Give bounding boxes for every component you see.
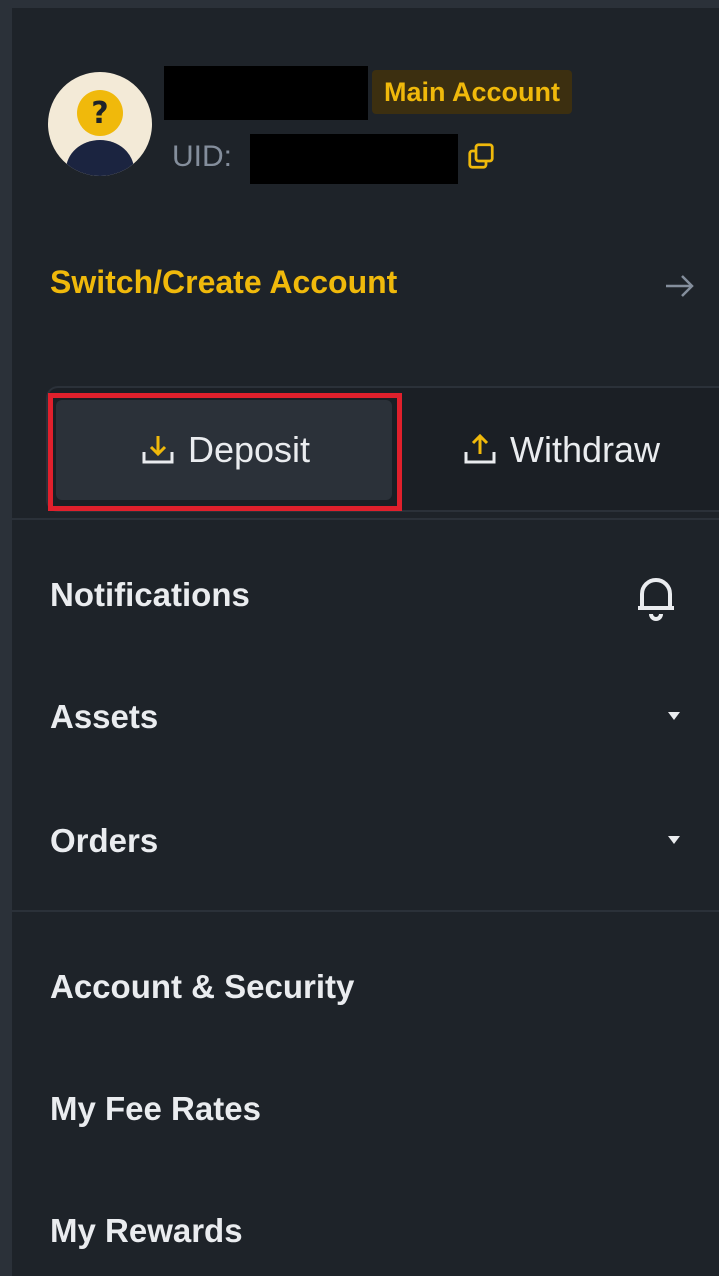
deposit-button[interactable]: Deposit [56, 400, 392, 500]
avatar[interactable]: ? [48, 72, 152, 176]
uid-label: UID: [172, 140, 232, 173]
menu-item-fee-rates[interactable]: My Fee Rates [12, 1068, 719, 1148]
copy-icon[interactable] [466, 141, 496, 171]
bell-icon[interactable] [632, 570, 680, 622]
menu-item-rewards[interactable]: My Rewards [12, 1190, 719, 1270]
withdraw-button[interactable]: Withdraw [410, 400, 710, 500]
menu-item-notifications[interactable]: Notifications [12, 554, 719, 634]
arrow-right-icon [666, 275, 694, 297]
menu-item-assets[interactable]: Assets [12, 676, 719, 756]
upload-icon [464, 433, 496, 464]
main-account-badge: Main Account [372, 70, 573, 114]
divider [12, 910, 719, 912]
menu-item-orders[interactable]: Orders [12, 800, 719, 880]
menu-item-account-security[interactable]: Account & Security [12, 946, 719, 1026]
top-border [0, 0, 719, 8]
assets-label: Assets [50, 698, 159, 735]
notifications-label: Notifications [50, 576, 250, 613]
fee-rates-label: My Fee Rates [50, 1090, 261, 1127]
avatar-body [66, 140, 134, 176]
deposit-label: Deposit [187, 429, 311, 470]
withdraw-label: Withdraw [509, 429, 661, 470]
account-security-label: Account & Security [50, 968, 355, 1005]
caret-down-icon [668, 712, 680, 720]
left-border [0, 8, 12, 1276]
rewards-label: My Rewards [50, 1212, 243, 1249]
switch-create-account-label: Switch/Create Account [50, 264, 398, 300]
download-icon [142, 436, 174, 464]
redacted-uid [250, 134, 458, 184]
switch-create-account-row[interactable]: Switch/Create Account [12, 250, 719, 320]
orders-label: Orders [50, 822, 159, 859]
divider [12, 518, 719, 520]
question-mark-icon: ? [77, 90, 123, 136]
caret-down-icon [668, 836, 680, 844]
redacted-username [164, 66, 368, 120]
